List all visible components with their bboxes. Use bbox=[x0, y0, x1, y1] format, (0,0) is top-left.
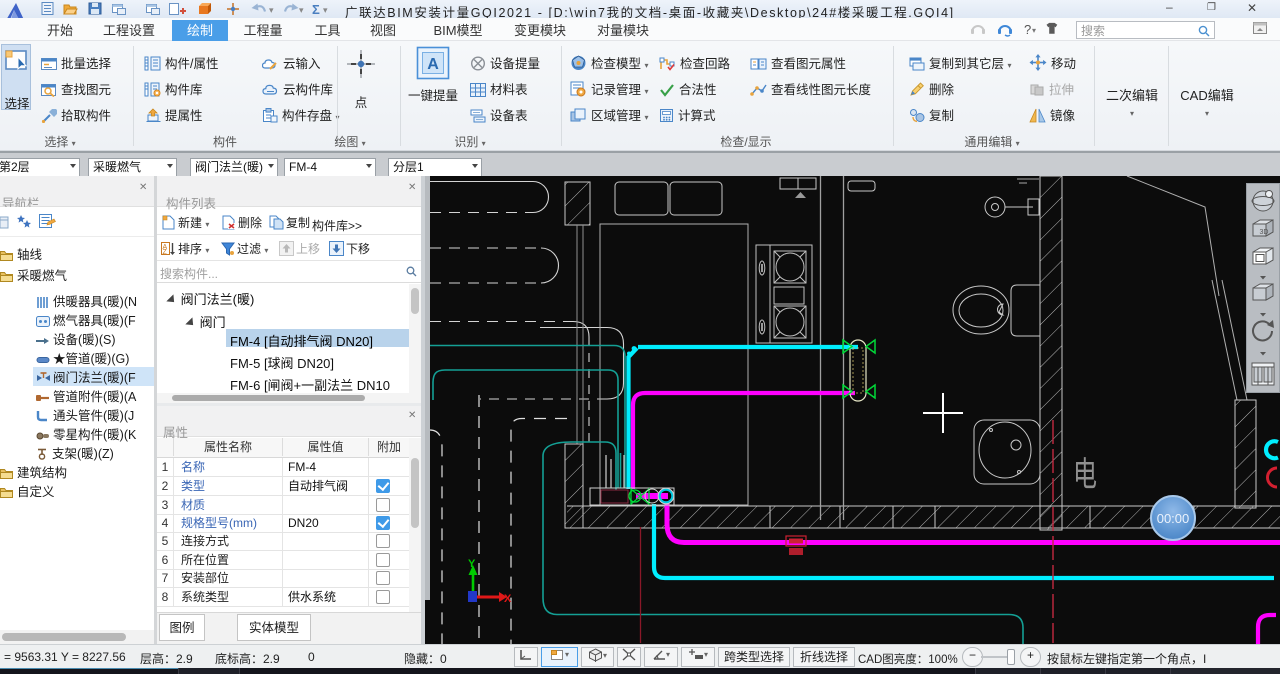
svg-text:A: A bbox=[427, 56, 439, 73]
svg-text:电: 电 bbox=[1073, 456, 1097, 494]
svg-text:▾: ▾ bbox=[323, 5, 328, 15]
svg-text:▾: ▾ bbox=[299, 5, 304, 15]
svg-text:▾: ▾ bbox=[269, 5, 274, 15]
svg-text:Z: Z bbox=[163, 249, 168, 256]
svg-text:▾: ▾ bbox=[1032, 26, 1036, 35]
svg-text:3D: 3D bbox=[1260, 229, 1269, 236]
svg-text:00:00: 00:00 bbox=[1157, 511, 1190, 526]
svg-text:Σ: Σ bbox=[312, 2, 320, 16]
svg-text:X: X bbox=[504, 593, 512, 605]
svg-text:?: ? bbox=[1024, 22, 1031, 37]
